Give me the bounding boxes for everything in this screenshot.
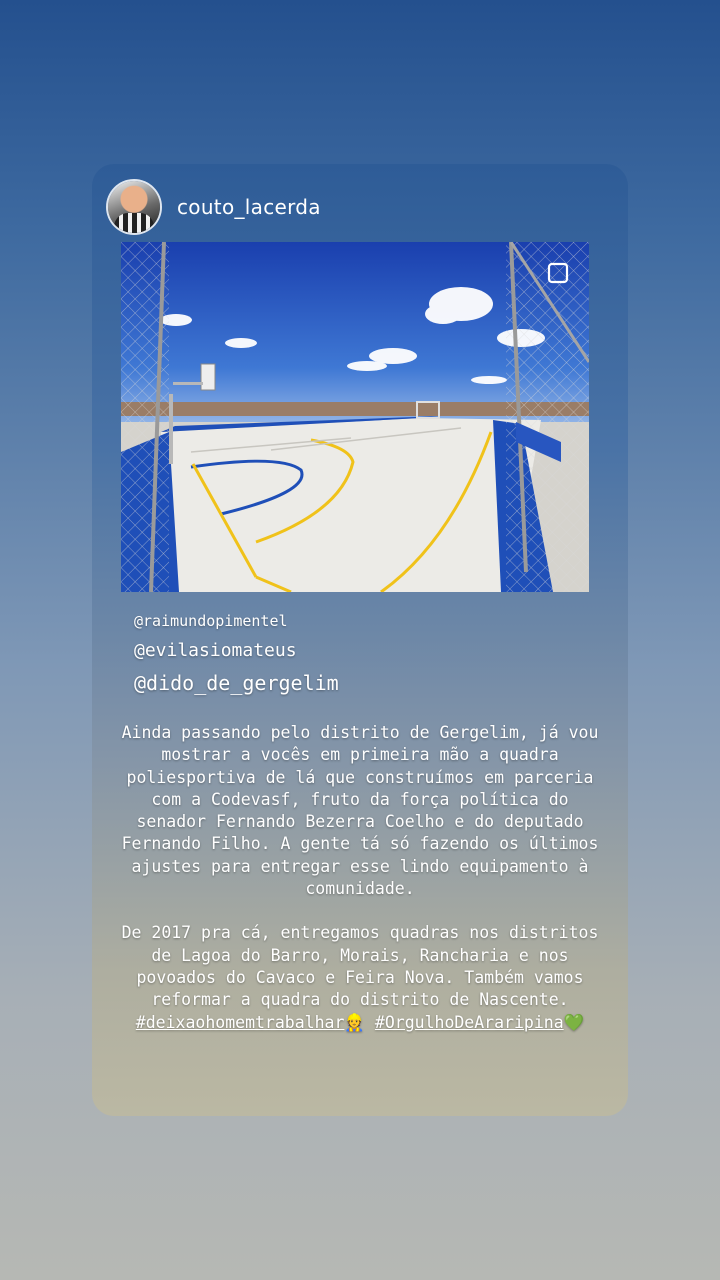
caption-paragraph-2: De 2017 pra cá, entregamos quadras nos d… xyxy=(116,922,604,1033)
caption-text: Ainda passando pelo distrito de Gergelim… xyxy=(116,722,604,1056)
green-heart-emoji: 💚 xyxy=(563,1012,585,1032)
mention-sticker-3[interactable]: @dido_de_gergelim xyxy=(124,669,349,697)
mention-sticker-2[interactable]: @evilasiomateus xyxy=(124,638,307,663)
construction-worker-emoji: 👷 xyxy=(344,1012,365,1032)
mention-stickers: @raimundopimentel @evilasiomateus @dido_… xyxy=(124,610,349,703)
court-photo xyxy=(121,242,589,592)
hashtag-orgulhodeararipina[interactable]: #OrgulhoDeAraripina xyxy=(375,1013,564,1032)
mention-sticker-1[interactable]: @raimundopimentel xyxy=(124,610,298,632)
avatar[interactable] xyxy=(108,181,160,233)
story-post-card: couto_lacerda @raimundopimentel @evilasi… xyxy=(92,164,628,1116)
caption-paragraph-2-text: De 2017 pra cá, entregamos quadras nos d… xyxy=(121,923,599,1010)
post-header: couto_lacerda xyxy=(108,180,321,234)
hashtag-deixaohomemtrabalhar[interactable]: #deixaohomemtrabalhar xyxy=(136,1013,345,1032)
caption-paragraph-1: Ainda passando pelo distrito de Gergelim… xyxy=(121,723,599,899)
username[interactable]: couto_lacerda xyxy=(177,195,321,219)
